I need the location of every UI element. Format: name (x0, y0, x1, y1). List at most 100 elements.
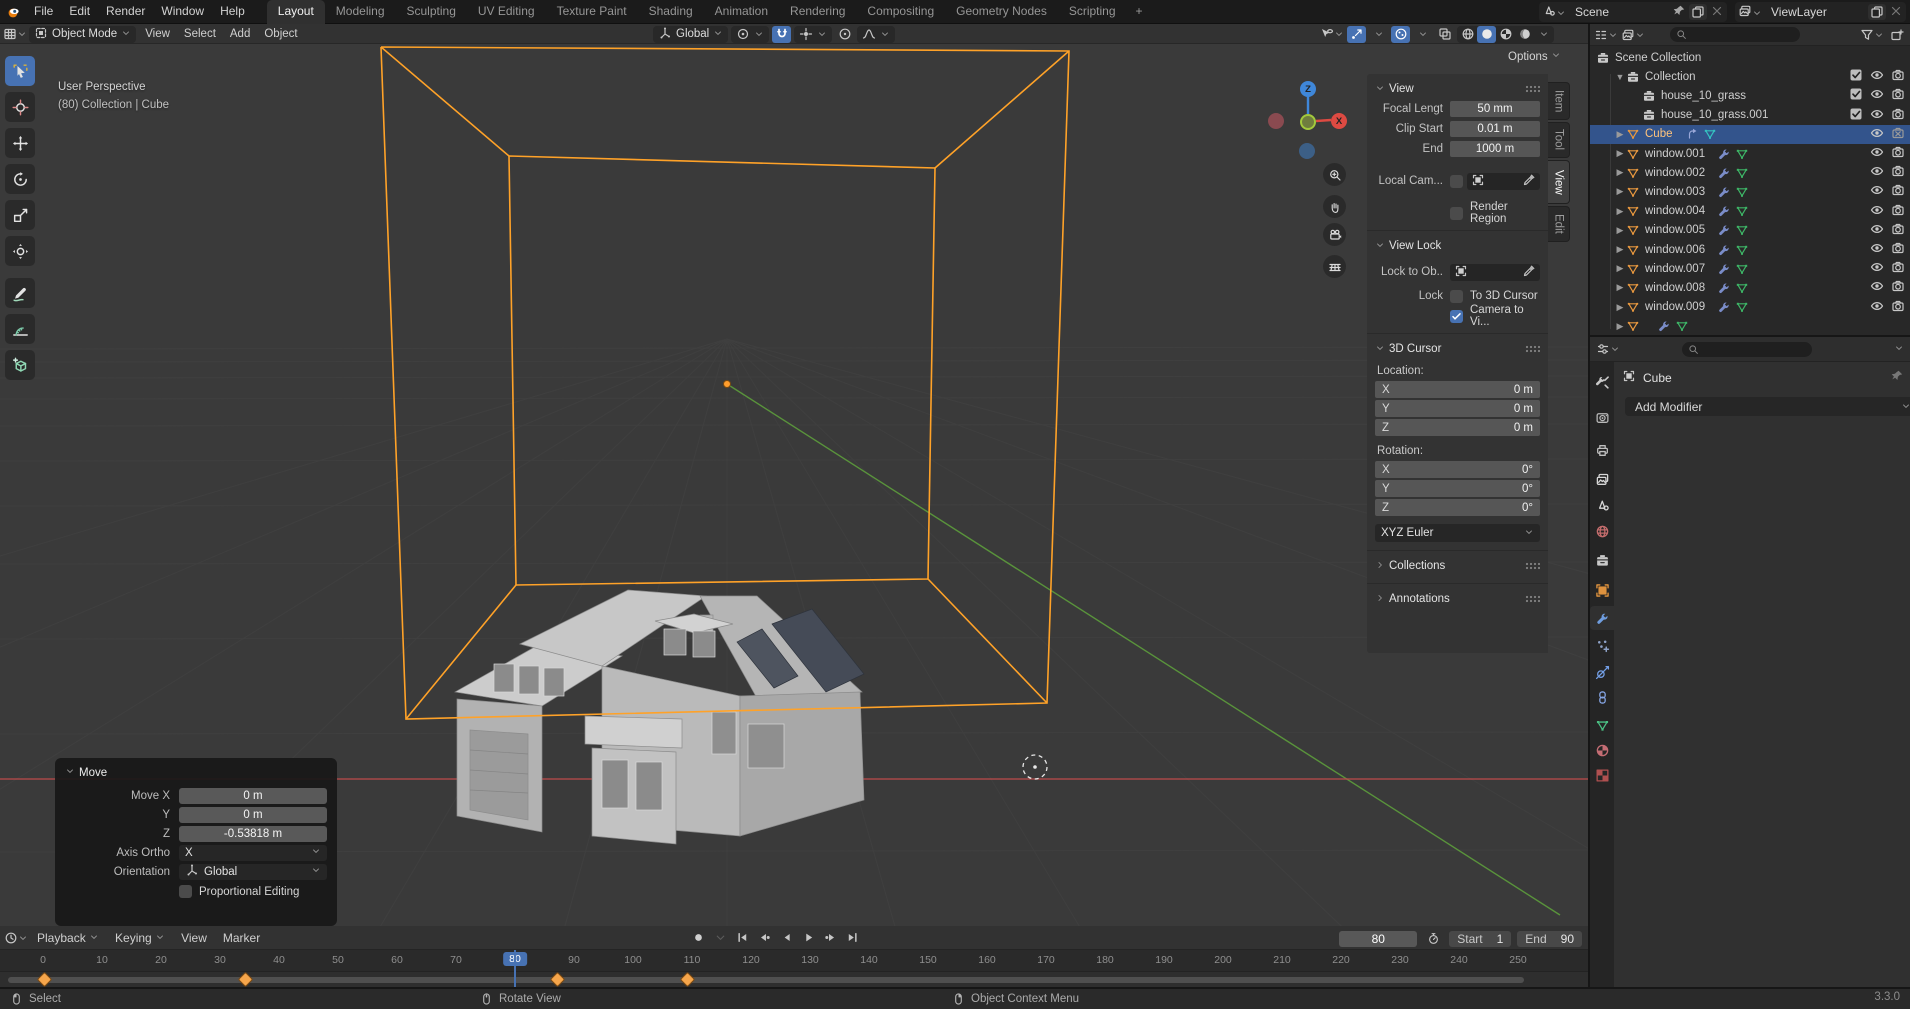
outliner-item-name[interactable]: window.002 (1645, 167, 1705, 179)
overlays-toggle[interactable] (1391, 26, 1410, 43)
toggle-eye[interactable] (1870, 68, 1884, 85)
collapse-icon[interactable]: ▶ (1614, 282, 1626, 293)
toggle-camera[interactable] (1891, 279, 1905, 296)
sidebar-tab-edit[interactable]: Edit (1548, 206, 1570, 242)
cursor-rotation-x[interactable]: X0° (1375, 461, 1540, 478)
toggle-camera[interactable] (1891, 241, 1905, 258)
outliner-item-name[interactable]: Scene Collection (1615, 52, 1701, 64)
timeline-editor-type[interactable] (4, 929, 28, 946)
menu-window[interactable]: Window (153, 4, 212, 18)
toggle-check[interactable] (1849, 107, 1863, 124)
viewport-canvas[interactable]: User Perspective (80) Collection | Cube … (0, 44, 1588, 926)
menu-file[interactable]: File (26, 4, 61, 18)
playhead[interactable] (514, 950, 516, 987)
sidebar-tab-tool[interactable]: Tool (1548, 122, 1570, 158)
expand-icon[interactable]: ▼ (1614, 72, 1626, 82)
timeline-menu-keying[interactable]: Keying (108, 931, 172, 945)
outliner-row-window.008[interactable]: ▶window.008 (1590, 278, 1910, 297)
sidebar-tab-view[interactable]: View (1548, 160, 1570, 204)
panel-grip[interactable] (1525, 595, 1540, 603)
toggle-camera[interactable] (1891, 164, 1905, 181)
outliner-search-input[interactable] (1670, 27, 1800, 42)
axis-ortho-dropdown[interactable]: X (179, 845, 327, 861)
pin-icon[interactable] (1890, 369, 1904, 386)
view-lock-header[interactable]: View Lock (1375, 237, 1540, 255)
snap-toggle[interactable] (772, 26, 791, 43)
add-modifier-button[interactable]: Add Modifier (1625, 397, 1910, 416)
outliner-item-name[interactable]: window.009 (1645, 301, 1705, 313)
move-orientation-dropdown[interactable]: Global (179, 864, 327, 880)
workspace-tab-geometry-nodes[interactable]: Geometry Nodes (945, 0, 1058, 24)
outliner-item-name[interactable]: Cube (1645, 128, 1673, 140)
properties-tab-tool[interactable] (1590, 370, 1614, 394)
tool-rotate-button[interactable] (5, 164, 35, 194)
shading-wireframe-button[interactable] (1458, 26, 1477, 43)
proportional-editing-checkbox[interactable] (179, 885, 192, 898)
record-button[interactable] (688, 929, 708, 946)
properties-tab-object[interactable] (1590, 578, 1614, 602)
toggle-camera[interactable] (1891, 222, 1905, 239)
jump-start-button[interactable] (732, 929, 752, 946)
properties-tab-world[interactable] (1590, 519, 1614, 543)
collapse-icon[interactable]: ▶ (1614, 225, 1626, 236)
viewlayer-selector[interactable]: ViewLayer (1735, 2, 1906, 22)
viewlayer-name[interactable]: ViewLayer (1765, 5, 1865, 19)
workspace-tab-animation[interactable]: Animation (704, 0, 779, 24)
keyframe-diamond[interactable] (239, 973, 252, 986)
outliner-item-name[interactable]: Collection (1645, 71, 1696, 83)
panel-grip[interactable] (1525, 562, 1540, 570)
view-field-value[interactable]: 1000 m (1450, 141, 1540, 157)
properties-search-input[interactable] (1682, 342, 1812, 357)
keying-set-dropdown[interactable] (710, 929, 730, 946)
outliner-row-window.005[interactable]: ▶ window.005 (1590, 221, 1910, 240)
tool-transform-button[interactable] (5, 236, 35, 266)
toggle-camera-off[interactable] (1891, 126, 1905, 143)
gizmo-z-axis[interactable]: Z (1300, 81, 1316, 97)
workspace-tab-modeling[interactable]: Modeling (325, 0, 396, 24)
collapse-icon[interactable]: ▶ (1614, 186, 1626, 197)
toggle-eye[interactable] (1870, 183, 1884, 200)
gizmo-x-axis[interactable]: X (1331, 113, 1347, 129)
add-workspace-button[interactable]: + (1127, 0, 1152, 24)
outliner-item-name[interactable]: window.004 (1645, 205, 1705, 217)
move-field-value[interactable]: 0 m (179, 788, 327, 804)
timeline-menu-marker[interactable]: Marker (216, 931, 267, 945)
tool-scale-button[interactable] (5, 200, 35, 230)
auto-keyframe-toggle[interactable] (1423, 930, 1443, 947)
cursor-location-y[interactable]: Y0 m (1375, 400, 1540, 417)
collapse-icon[interactable]: ▶ (1614, 263, 1626, 274)
pivot-dropdown[interactable] (731, 26, 769, 43)
outliner-row-house_10_grass[interactable]: house_10_grass (1590, 86, 1910, 105)
overlays-dropdown[interactable] (1413, 26, 1432, 43)
camera-view-button[interactable] (1323, 223, 1346, 246)
toggle-eye[interactable] (1870, 107, 1884, 124)
tool-select-box-button[interactable] (5, 56, 35, 86)
outliner-item-name[interactable]: window.003 (1645, 186, 1705, 198)
timeline-track[interactable] (0, 972, 1588, 987)
toggle-camera[interactable] (1891, 183, 1905, 200)
outliner-row-window.009[interactable]: ▶window.009 (1590, 298, 1910, 317)
toggle-eye[interactable] (1870, 203, 1884, 220)
keyframe-diamond[interactable] (551, 973, 564, 986)
outliner-row-Cube[interactable]: ▶Cube (1590, 125, 1910, 144)
gizmos-dropdown[interactable] (1369, 26, 1388, 43)
outliner-row-window.003[interactable]: ▶ window.003 (1590, 182, 1910, 201)
collapse-icon[interactable]: ▶ (1614, 148, 1626, 159)
viewport-menu-view[interactable]: View (138, 28, 177, 40)
toggle-eye[interactable] (1870, 299, 1884, 316)
properties-tab-modifiers[interactable] (1590, 606, 1614, 630)
jump-end-button[interactable] (842, 929, 862, 946)
workspace-tab-compositing[interactable]: Compositing (856, 0, 945, 24)
ortho-toggle-button[interactable] (1323, 255, 1346, 278)
scene-selector[interactable]: Scene (1539, 2, 1727, 22)
toggle-eye[interactable] (1870, 145, 1884, 162)
move-panel-header[interactable]: Move (65, 766, 327, 779)
outliner-item-name[interactable]: window.005 (1645, 224, 1705, 236)
new-collection-button[interactable] (1887, 26, 1906, 43)
toggle-eye[interactable] (1870, 222, 1884, 239)
shading-dropdown[interactable] (1534, 26, 1553, 43)
outliner-row-window.006[interactable]: ▶window.006 (1590, 240, 1910, 259)
toggle-eye[interactable] (1870, 126, 1884, 143)
workspace-tab-rendering[interactable]: Rendering (779, 0, 856, 24)
outliner-row-house_10_grass.001[interactable]: house_10_grass.001 (1590, 106, 1910, 125)
